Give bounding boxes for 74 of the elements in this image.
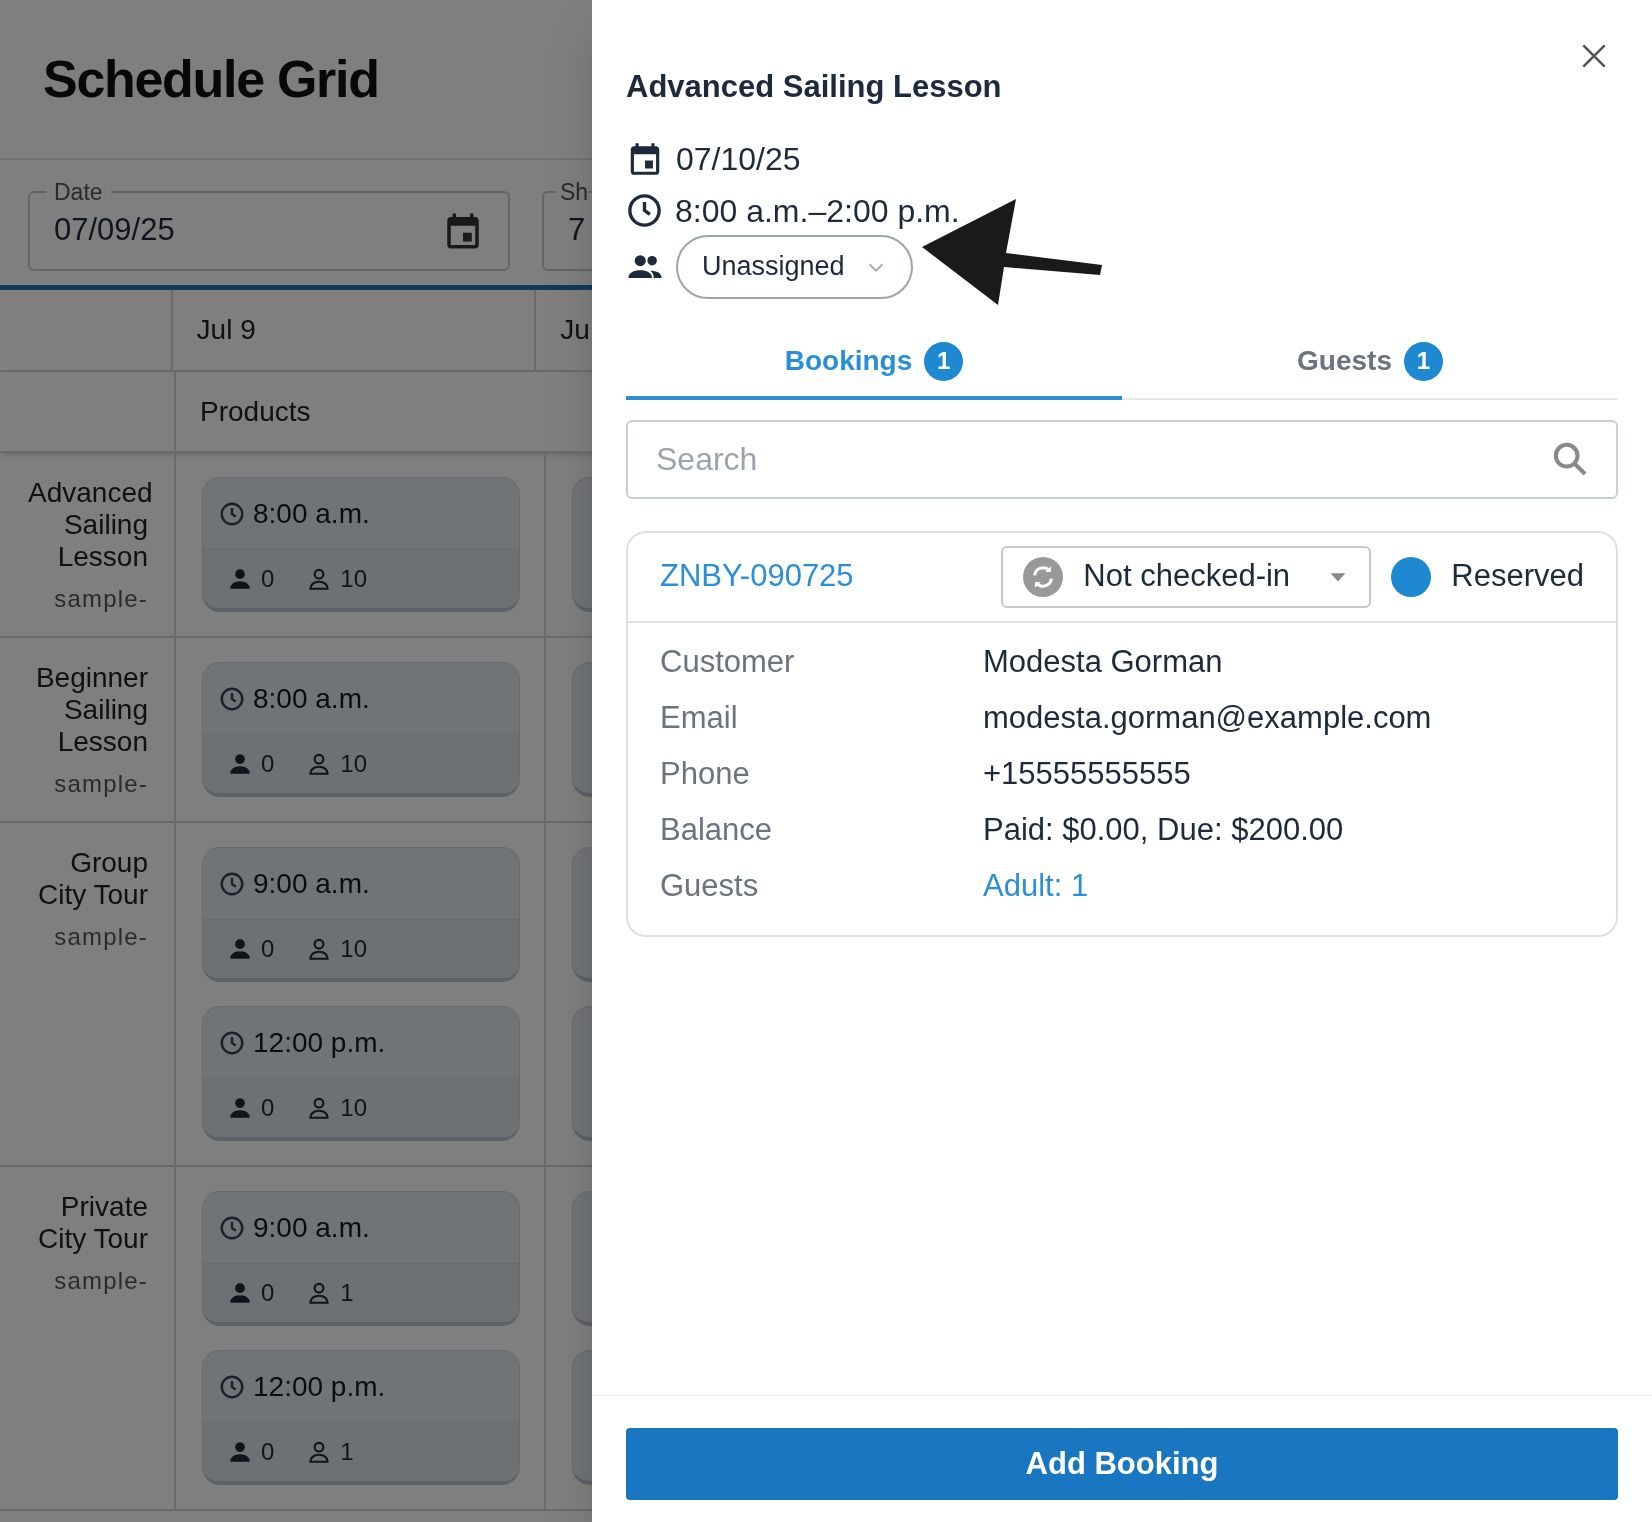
- column-header: Jul 9: [196, 313, 256, 347]
- slot-time: 12:00 p.m.: [253, 1369, 386, 1404]
- time-slot-card[interactable]: 8:00 a.m. 0 10: [202, 477, 520, 612]
- column-header: Ju: [560, 313, 590, 347]
- capacity-count: 1: [340, 1278, 354, 1308]
- capacity-count: 10: [340, 934, 368, 964]
- clock-icon: [219, 500, 245, 527]
- product-sku: sample-: [54, 1266, 148, 1296]
- time-slot-card[interactable]: 8:00 a.m. 0 10: [202, 662, 520, 797]
- tab[interactable]: Bookings 1: [626, 326, 1122, 400]
- count-badge: 1: [1403, 341, 1443, 381]
- capacity-count: 1: [340, 1437, 354, 1467]
- product-name: Private City Tour: [37, 1191, 148, 1255]
- booked-count: 0: [261, 564, 275, 594]
- slot-time: 9:00 a.m.: [253, 866, 370, 901]
- field-value: Modesta Gorman: [983, 643, 1223, 682]
- subheader: Products: [200, 394, 311, 429]
- tab[interactable]: Guests 1: [1122, 326, 1618, 400]
- time-slot-card[interactable]: 12:00 p.m. 0 10: [202, 1006, 520, 1141]
- person-icon: [227, 936, 253, 962]
- slot-time: 12:00 p.m.: [253, 1025, 386, 1060]
- clock-icon: [219, 1373, 245, 1400]
- field-label: Email: [660, 699, 739, 738]
- booking-code-link[interactable]: ZNBY-090725: [660, 553, 982, 600]
- field-label: Guests: [660, 867, 760, 906]
- checkin-select[interactable]: Not checked-in: [1001, 545, 1372, 608]
- booked-count: 0: [261, 1093, 275, 1123]
- booked-count: 0: [261, 934, 275, 964]
- clock-icon: [219, 870, 245, 897]
- field-value: Paid: $0.00, Due: $200.00: [983, 811, 1344, 850]
- sync-icon: [1023, 556, 1064, 597]
- slot-time: 9:00 a.m.: [253, 1210, 370, 1245]
- field-value: +15555555555: [983, 755, 1191, 794]
- drawer-title: Advanced Sailing Lesson: [626, 68, 1003, 106]
- field-value: 7: [568, 211, 587, 250]
- event-date: 07/10/25: [676, 139, 801, 179]
- person-icon: [227, 1095, 253, 1121]
- search-field[interactable]: Search: [626, 419, 1618, 499]
- person-icon: [227, 1439, 253, 1465]
- product-name: Group City Tour: [37, 847, 148, 911]
- product-sku: sample-: [54, 922, 148, 952]
- field-value: modesta.gorman@example.com: [983, 699, 1432, 738]
- staff-select[interactable]: Unassigned: [676, 234, 913, 299]
- add-booking-button[interactable]: Add Booking: [626, 1428, 1618, 1500]
- booked-count: 0: [261, 1437, 275, 1467]
- field-value: 07/09/25: [54, 211, 176, 250]
- guests-link[interactable]: Adult: 1: [983, 863, 1089, 910]
- field-label: Phone: [660, 755, 751, 794]
- clock-icon: [219, 1029, 245, 1056]
- status-label: Reserved: [1451, 557, 1584, 596]
- slot-time: 8:00 a.m.: [253, 681, 370, 716]
- clock-icon: [219, 685, 245, 712]
- person-icon: [227, 751, 253, 777]
- product-sku: sample-: [54, 584, 148, 614]
- clock-icon: [219, 1214, 245, 1241]
- slot-time: 8:00 a.m.: [253, 496, 370, 531]
- booked-count: 0: [261, 749, 275, 779]
- capacity-count: 10: [340, 564, 368, 594]
- time-slot-card[interactable]: 12:00 p.m. 0 1: [202, 1350, 520, 1485]
- field-label: Balance: [660, 811, 774, 850]
- event-time: 8:00 a.m.–2:00 p.m.: [675, 191, 960, 231]
- product-sku: sample-: [54, 769, 148, 799]
- product-name: Beginner Sailing Lesson: [34, 662, 148, 758]
- booked-count: 0: [261, 1278, 275, 1308]
- clock-icon: [626, 192, 663, 229]
- page-title: Schedule Grid: [43, 49, 379, 110]
- time-slot-card[interactable]: 9:00 a.m. 0 1: [202, 1191, 520, 1326]
- count-badge: 1: [924, 341, 964, 381]
- person-icon: [227, 566, 253, 592]
- capacity-count: 10: [340, 749, 368, 779]
- time-slot-card[interactable]: 9:00 a.m. 0 10: [202, 847, 520, 982]
- person-icon: [227, 1280, 253, 1306]
- capacity-count: 10: [340, 1093, 368, 1123]
- field-label: Customer: [660, 643, 796, 682]
